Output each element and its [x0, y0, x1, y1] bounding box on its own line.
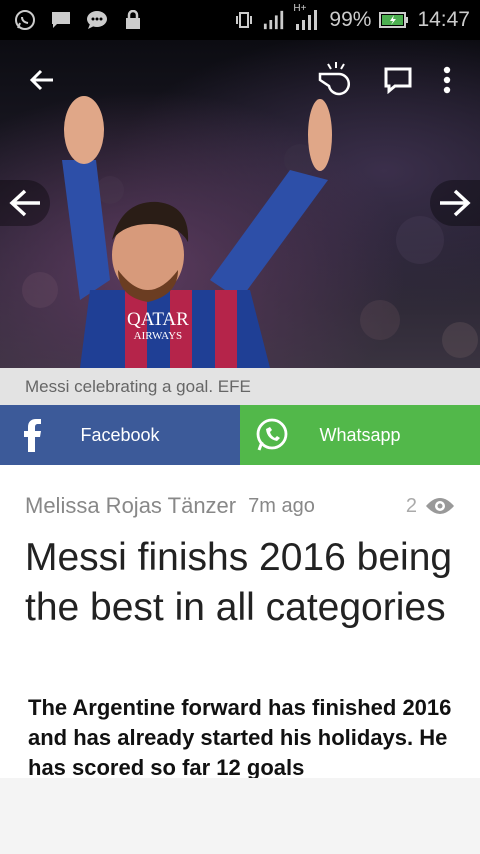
share-bar: Facebook Whatsapp — [0, 405, 480, 465]
vibrate-icon — [233, 9, 255, 31]
jersey-sponsor-line1: QATAR — [127, 309, 189, 330]
article-headline: Messi finishs 2016 being the best in all… — [25, 536, 453, 629]
message-icon — [50, 9, 72, 31]
eye-icon — [425, 496, 455, 516]
photo-caption: Messi celebrating a goal. EFE — [0, 368, 480, 405]
view-count-value: 2 — [405, 494, 417, 517]
arrow-left-icon — [8, 188, 42, 218]
back-arrow-icon[interactable] — [22, 60, 62, 100]
article-time: 7m ago — [248, 494, 315, 517]
facebook-label: Facebook — [80, 424, 160, 445]
battery-percent: 99% — [329, 8, 372, 31]
toolbar — [0, 40, 480, 120]
author-name[interactable]: Melissa Rojas Tänzer — [25, 493, 236, 519]
jersey-sponsor-line2: AIRWAYS — [133, 330, 183, 342]
signal-icon — [263, 9, 285, 31]
signal-h-icon: H+ — [293, 3, 321, 31]
whatsapp-share-button[interactable]: Whatsapp — [240, 405, 480, 465]
article-meta: Melissa Rojas Tänzer 7m ago 2 — [25, 491, 455, 521]
jersey-sponsor: QATAR AIRWAYS — [127, 309, 189, 344]
chat-bubble-icon — [86, 9, 108, 31]
clock: 14:47 — [417, 8, 470, 31]
article: Melissa Rojas Tänzer 7m ago 2 Messi fini… — [0, 465, 480, 778]
player-figure — [62, 96, 332, 368]
lock-icon — [122, 9, 144, 31]
whatsapp-icon — [14, 9, 36, 31]
whistle-icon[interactable] — [314, 56, 358, 100]
whatsapp-icon — [254, 417, 290, 453]
battery-charging-icon — [379, 9, 409, 31]
article-lead: The Argentine forward has finished 2016 … — [28, 695, 452, 778]
facebook-share-button[interactable]: Facebook — [0, 405, 240, 465]
comment-icon[interactable] — [378, 60, 418, 100]
status-bar: H+ 99% 14:47 — [0, 0, 480, 40]
facebook-icon — [14, 417, 50, 453]
gallery-next-button[interactable] — [430, 180, 480, 226]
gallery-prev-button[interactable] — [0, 180, 50, 226]
arrow-right-icon — [438, 188, 472, 218]
view-count: 2 — [406, 495, 455, 518]
whatsapp-label: Whatsapp — [319, 424, 401, 445]
bottom-area — [0, 778, 480, 854]
more-vert-icon[interactable] — [432, 60, 462, 100]
